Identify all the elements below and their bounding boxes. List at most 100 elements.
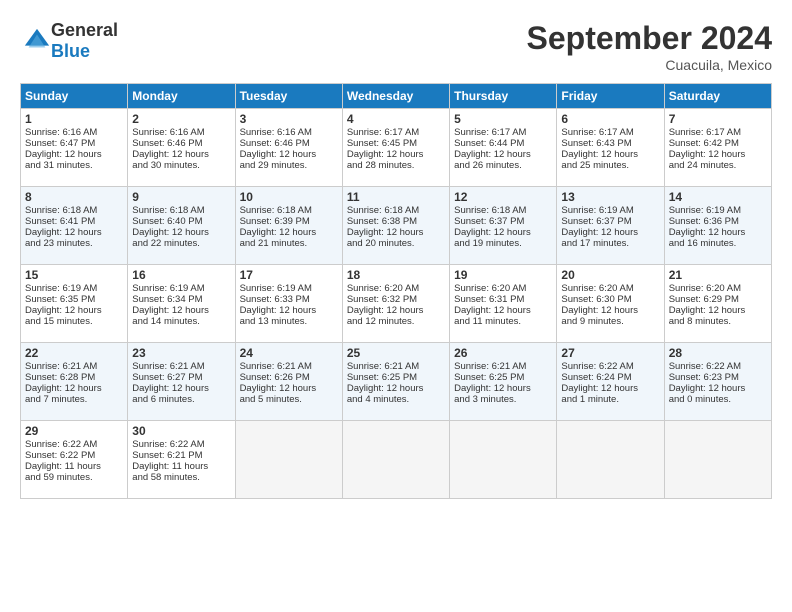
calendar-cell xyxy=(450,421,557,499)
day-info-line: Sunrise: 6:16 AM xyxy=(25,127,123,138)
day-number: 27 xyxy=(561,346,659,360)
day-number: 4 xyxy=(347,112,445,126)
day-number: 25 xyxy=(347,346,445,360)
calendar-cell: 14Sunrise: 6:19 AMSunset: 6:36 PMDayligh… xyxy=(664,187,771,265)
location: Cuacuila, Mexico xyxy=(527,57,772,73)
day-info-line: Sunrise: 6:17 AM xyxy=(454,127,552,138)
day-number: 10 xyxy=(240,190,338,204)
day-number: 12 xyxy=(454,190,552,204)
calendar-cell: 28Sunrise: 6:22 AMSunset: 6:23 PMDayligh… xyxy=(664,343,771,421)
logo-icon xyxy=(23,27,51,55)
day-number: 20 xyxy=(561,268,659,282)
calendar-cell xyxy=(342,421,449,499)
calendar-cell: 30Sunrise: 6:22 AMSunset: 6:21 PMDayligh… xyxy=(128,421,235,499)
calendar-cell: 22Sunrise: 6:21 AMSunset: 6:28 PMDayligh… xyxy=(21,343,128,421)
day-info-line: Sunset: 6:46 PM xyxy=(240,138,338,149)
day-info-line: Sunrise: 6:19 AM xyxy=(669,205,767,216)
logo-text: General Blue xyxy=(51,20,118,62)
page: General Blue September 2024 Cuacuila, Me… xyxy=(0,0,792,612)
day-info-line: Sunrise: 6:18 AM xyxy=(132,205,230,216)
calendar-cell: 11Sunrise: 6:18 AMSunset: 6:38 PMDayligh… xyxy=(342,187,449,265)
calendar-cell: 1Sunrise: 6:16 AMSunset: 6:47 PMDaylight… xyxy=(21,109,128,187)
day-info-line: Daylight: 12 hours xyxy=(669,383,767,394)
day-number: 14 xyxy=(669,190,767,204)
day-number: 9 xyxy=(132,190,230,204)
calendar-cell xyxy=(664,421,771,499)
day-info-line: Sunset: 6:37 PM xyxy=(454,216,552,227)
day-info-line: Sunset: 6:29 PM xyxy=(669,294,767,305)
day-info-line: and 15 minutes. xyxy=(25,316,123,327)
day-info-line: and 13 minutes. xyxy=(240,316,338,327)
weekday-header-thursday: Thursday xyxy=(450,84,557,109)
calendar-cell: 24Sunrise: 6:21 AMSunset: 6:26 PMDayligh… xyxy=(235,343,342,421)
calendar-cell: 27Sunrise: 6:22 AMSunset: 6:24 PMDayligh… xyxy=(557,343,664,421)
day-info-line: Daylight: 12 hours xyxy=(132,149,230,160)
day-number: 26 xyxy=(454,346,552,360)
day-info-line: Sunset: 6:26 PM xyxy=(240,372,338,383)
day-info-line: Daylight: 12 hours xyxy=(240,383,338,394)
day-info-line: and 7 minutes. xyxy=(25,394,123,405)
day-info-line: Sunset: 6:45 PM xyxy=(347,138,445,149)
day-info-line: Sunset: 6:47 PM xyxy=(25,138,123,149)
day-info-line: Sunrise: 6:21 AM xyxy=(240,361,338,372)
calendar-cell: 19Sunrise: 6:20 AMSunset: 6:31 PMDayligh… xyxy=(450,265,557,343)
day-number: 15 xyxy=(25,268,123,282)
day-info-line: Sunrise: 6:16 AM xyxy=(240,127,338,138)
day-info-line: Sunset: 6:44 PM xyxy=(454,138,552,149)
logo-general: General xyxy=(51,20,118,40)
weekday-header-tuesday: Tuesday xyxy=(235,84,342,109)
day-info-line: Daylight: 12 hours xyxy=(561,227,659,238)
calendar-cell: 6Sunrise: 6:17 AMSunset: 6:43 PMDaylight… xyxy=(557,109,664,187)
day-info-line: Daylight: 11 hours xyxy=(25,461,123,472)
calendar-cell: 7Sunrise: 6:17 AMSunset: 6:42 PMDaylight… xyxy=(664,109,771,187)
day-info-line: and 16 minutes. xyxy=(669,238,767,249)
day-number: 30 xyxy=(132,424,230,438)
day-info-line: Sunset: 6:30 PM xyxy=(561,294,659,305)
weekday-header-friday: Friday xyxy=(557,84,664,109)
calendar-cell: 21Sunrise: 6:20 AMSunset: 6:29 PMDayligh… xyxy=(664,265,771,343)
day-info-line: Daylight: 12 hours xyxy=(25,149,123,160)
day-info-line: Daylight: 12 hours xyxy=(669,149,767,160)
calendar-cell: 18Sunrise: 6:20 AMSunset: 6:32 PMDayligh… xyxy=(342,265,449,343)
day-info-line: Sunset: 6:27 PM xyxy=(132,372,230,383)
day-info-line: Sunset: 6:25 PM xyxy=(454,372,552,383)
calendar-cell: 2Sunrise: 6:16 AMSunset: 6:46 PMDaylight… xyxy=(128,109,235,187)
day-info-line: and 0 minutes. xyxy=(669,394,767,405)
calendar-cell: 29Sunrise: 6:22 AMSunset: 6:22 PMDayligh… xyxy=(21,421,128,499)
title-block: September 2024 Cuacuila, Mexico xyxy=(527,20,772,73)
day-info-line: and 21 minutes. xyxy=(240,238,338,249)
day-info-line: and 11 minutes. xyxy=(454,316,552,327)
weekday-header-wednesday: Wednesday xyxy=(342,84,449,109)
day-info-line: Sunrise: 6:21 AM xyxy=(454,361,552,372)
day-number: 16 xyxy=(132,268,230,282)
day-info-line: and 24 minutes. xyxy=(669,160,767,171)
day-info-line: Sunrise: 6:17 AM xyxy=(669,127,767,138)
day-info-line: Sunset: 6:39 PM xyxy=(240,216,338,227)
calendar-cell: 26Sunrise: 6:21 AMSunset: 6:25 PMDayligh… xyxy=(450,343,557,421)
day-info-line: Sunset: 6:21 PM xyxy=(132,450,230,461)
day-info-line: Sunset: 6:33 PM xyxy=(240,294,338,305)
day-info-line: and 23 minutes. xyxy=(25,238,123,249)
day-info-line: and 19 minutes. xyxy=(454,238,552,249)
day-info-line: Sunset: 6:23 PM xyxy=(669,372,767,383)
day-info-line: Daylight: 12 hours xyxy=(561,305,659,316)
day-info-line: Daylight: 12 hours xyxy=(561,383,659,394)
day-info-line: Sunset: 6:37 PM xyxy=(561,216,659,227)
day-info-line: Sunrise: 6:20 AM xyxy=(347,283,445,294)
day-info-line: and 14 minutes. xyxy=(132,316,230,327)
day-info-line: Sunrise: 6:19 AM xyxy=(240,283,338,294)
day-number: 8 xyxy=(25,190,123,204)
calendar-cell: 3Sunrise: 6:16 AMSunset: 6:46 PMDaylight… xyxy=(235,109,342,187)
day-number: 23 xyxy=(132,346,230,360)
day-info-line: Daylight: 12 hours xyxy=(347,383,445,394)
week-row-5: 29Sunrise: 6:22 AMSunset: 6:22 PMDayligh… xyxy=(21,421,772,499)
day-info-line: Daylight: 12 hours xyxy=(454,305,552,316)
day-info-line: Daylight: 11 hours xyxy=(132,461,230,472)
week-row-1: 1Sunrise: 6:16 AMSunset: 6:47 PMDaylight… xyxy=(21,109,772,187)
day-info-line: Daylight: 12 hours xyxy=(347,305,445,316)
day-info-line: Sunset: 6:34 PM xyxy=(132,294,230,305)
calendar-cell: 12Sunrise: 6:18 AMSunset: 6:37 PMDayligh… xyxy=(450,187,557,265)
day-info-line: Daylight: 12 hours xyxy=(454,149,552,160)
day-info-line: Sunset: 6:41 PM xyxy=(25,216,123,227)
day-number: 28 xyxy=(669,346,767,360)
